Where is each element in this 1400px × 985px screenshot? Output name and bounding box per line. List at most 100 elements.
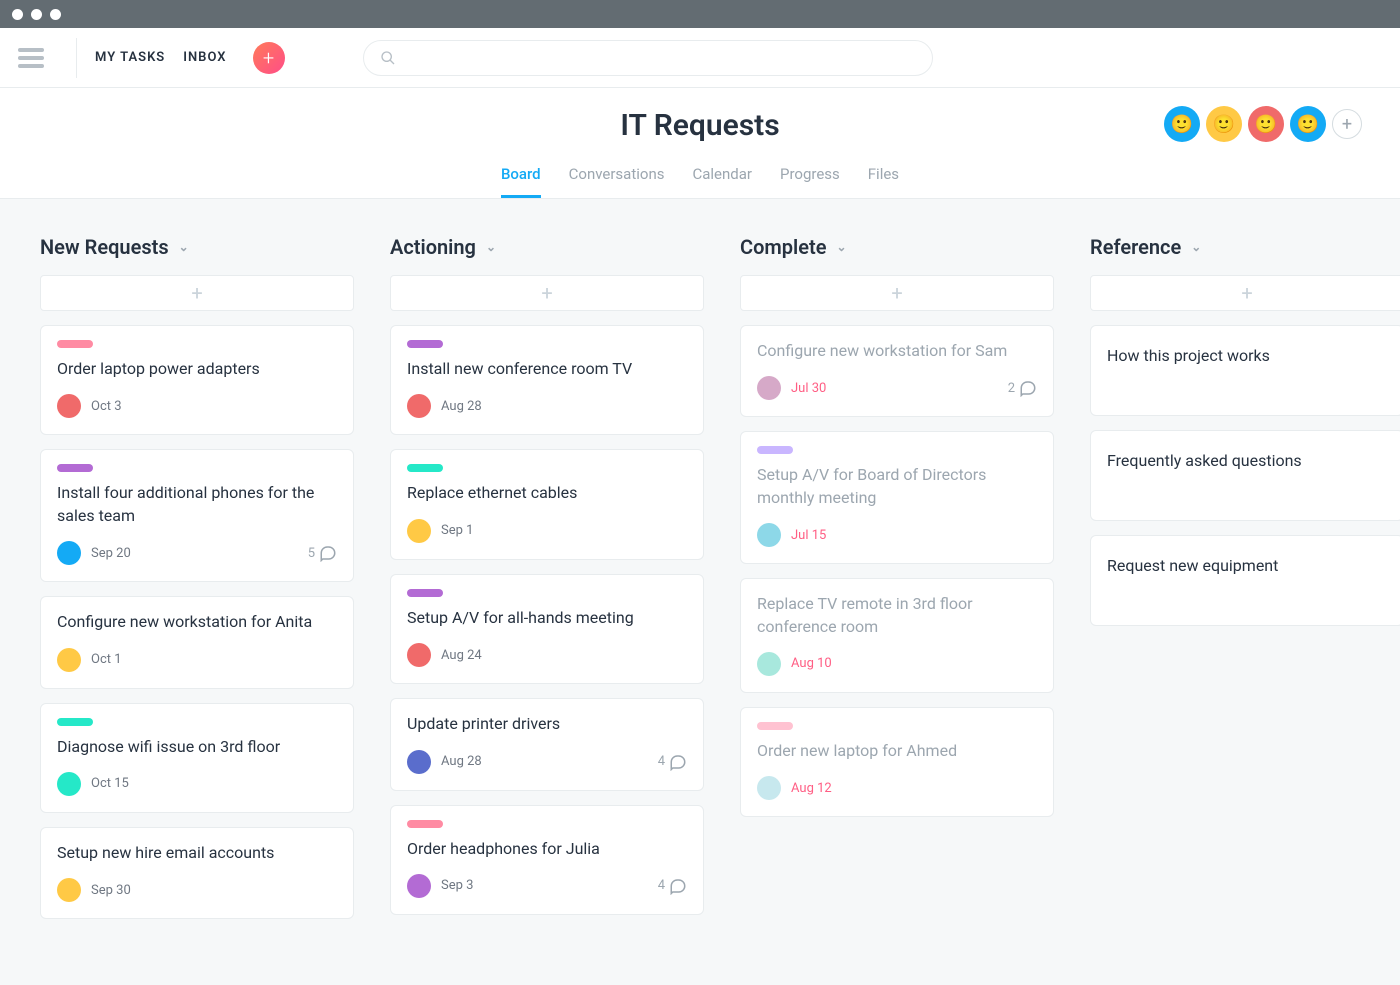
assignee-avatar[interactable] [757,652,781,676]
card-meta: Sep 20 5 [57,541,337,565]
column-title: New Requests [40,235,169,259]
nav-inbox[interactable]: INBOX [183,50,226,65]
tab-progress[interactable]: Progress [780,165,840,198]
card-title: Configure new workstation for Anita [57,611,337,633]
card-date: Aug 12 [791,781,832,796]
card-title: Update printer drivers [407,713,687,735]
member-avatar[interactable]: 🙂 [1164,106,1200,142]
column-header[interactable]: Complete⌄ [740,235,1054,259]
assignee-avatar[interactable] [757,376,781,400]
card-comments[interactable]: 4 [658,877,687,895]
menu-icon[interactable] [18,48,44,68]
kanban-board: New Requests⌄+ Order laptop power adapte… [0,199,1400,985]
add-card-button[interactable]: + [40,275,354,311]
tab-files[interactable]: Files [868,165,899,198]
card-tag [407,589,443,597]
card-meta: Aug 24 [407,643,687,667]
task-card[interactable]: Configure new workstation for Sam Jul 30… [740,325,1054,417]
assignee-avatar[interactable] [407,394,431,418]
card-tag [407,464,443,472]
task-card[interactable]: Configure new workstation for Anita Oct … [40,596,354,688]
chevron-down-icon: ⌄ [1191,240,1201,254]
card-title: Setup new hire email accounts [57,842,337,864]
task-card[interactable]: Frequently asked questions [1090,430,1400,521]
assignee-avatar[interactable] [57,878,81,902]
task-card[interactable]: Setup A/V for all-hands meeting Aug 24 [390,574,704,684]
task-card[interactable]: Setup A/V for Board of Directors monthly… [740,431,1054,564]
member-avatar[interactable]: 🙂 [1290,106,1326,142]
task-card[interactable]: Diagnose wifi issue on 3rd floor Oct 15 [40,703,354,813]
card-date: Oct 3 [91,399,122,414]
column-header[interactable]: Reference⌄ [1090,235,1400,259]
task-card[interactable]: Update printer drivers Aug 28 4 [390,698,704,790]
task-card[interactable]: Replace ethernet cables Sep 1 [390,449,704,559]
add-member-button[interactable]: + [1332,109,1362,139]
card-meta: Jul 15 [757,523,1037,547]
card-date: Sep 30 [91,883,131,898]
add-card-button[interactable]: + [390,275,704,311]
card-date: Jul 30 [791,381,826,396]
card-title: Replace ethernet cables [407,482,687,504]
assignee-avatar[interactable] [57,541,81,565]
chevron-down-icon: ⌄ [836,240,846,254]
task-card[interactable]: Install new conference room TV Aug 28 [390,325,704,435]
task-card[interactable]: How this project works [1090,325,1400,416]
card-title: Order new laptop for Ahmed [757,740,1037,762]
maximize-window-icon[interactable] [50,9,61,20]
nav-my-tasks[interactable]: MY TASKS [95,50,165,65]
task-card[interactable]: Request new equipment [1090,535,1400,626]
board-column: New Requests⌄ + Order laptop power adapte… [40,235,354,949]
tab-conversations[interactable]: Conversations [569,165,665,198]
minimize-window-icon[interactable] [31,9,42,20]
window-titlebar [0,0,1400,28]
task-card[interactable]: Order headphones for Julia Sep 3 4 [390,805,704,915]
assignee-avatar[interactable] [757,523,781,547]
assignee-avatar[interactable] [757,776,781,800]
card-date: Oct 15 [91,776,129,791]
assignee-avatar[interactable] [407,874,431,898]
card-title: Replace TV remote in 3rd floor conferenc… [757,593,1037,638]
card-title: Order headphones for Julia [407,838,687,860]
card-title: Setup A/V for all-hands meeting [407,607,687,629]
task-card[interactable]: Setup new hire email accounts Sep 30 [40,827,354,919]
card-title: Order laptop power adapters [57,358,337,380]
card-meta: Aug 10 [757,652,1037,676]
card-meta: Jul 30 2 [757,376,1037,400]
add-card-button[interactable]: + [1090,275,1400,311]
task-card[interactable]: Install four additional phones for the s… [40,449,354,582]
search-input[interactable] [363,40,933,76]
board-column: Reference⌄ + How this project works Frequen… [1090,235,1400,949]
column-header[interactable]: Actioning⌄ [390,235,704,259]
card-date: Sep 20 [91,546,131,561]
new-task-button[interactable]: + [253,42,285,74]
task-card[interactable]: Order laptop power adapters Oct 3 [40,325,354,435]
card-date: Aug 28 [441,399,482,414]
card-comments[interactable]: 4 [658,753,687,771]
card-tag [407,340,443,348]
comment-count: 4 [658,754,665,769]
member-avatar[interactable]: 🙂 [1248,106,1284,142]
comment-count: 5 [308,546,315,561]
column-header[interactable]: New Requests⌄ [40,235,354,259]
plus-icon: + [541,281,552,305]
assignee-avatar[interactable] [407,519,431,543]
assignee-avatar[interactable] [57,772,81,796]
assignee-avatar[interactable] [57,648,81,672]
card-comments[interactable]: 5 [308,544,337,562]
assignee-avatar[interactable] [57,394,81,418]
assignee-avatar[interactable] [407,643,431,667]
task-card[interactable]: Order new laptop for Ahmed Aug 12 [740,707,1054,817]
card-tag [757,722,793,730]
tab-board[interactable]: Board [501,165,541,198]
task-card[interactable]: Replace TV remote in 3rd floor conferenc… [740,578,1054,693]
card-meta: Aug 28 [407,394,687,418]
card-comments[interactable]: 2 [1008,379,1037,397]
add-card-button[interactable]: + [740,275,1054,311]
board-column: Complete⌄ + Configure new workstation for… [740,235,1054,949]
tab-calendar[interactable]: Calendar [692,165,752,198]
card-meta: Sep 3 4 [407,874,687,898]
assignee-avatar[interactable] [407,750,431,774]
member-avatar[interactable]: 🙂 [1206,106,1242,142]
close-window-icon[interactable] [12,9,23,20]
comment-icon [669,753,687,771]
